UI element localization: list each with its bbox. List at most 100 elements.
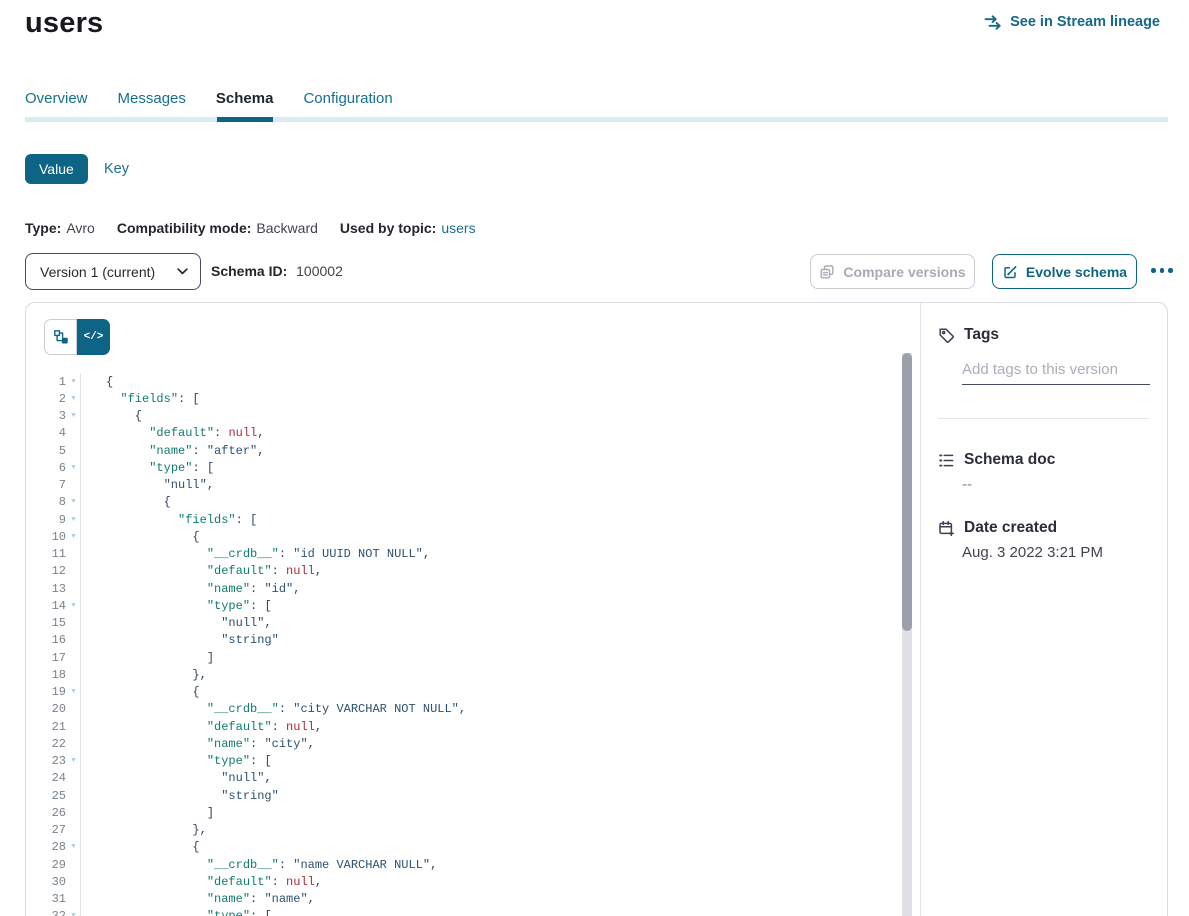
code-line: 29 "__crdb__": "name VARCHAR NULL", [27,856,895,873]
code-line: 27 }, [27,822,895,839]
code-line: 23▼ "type": [ [27,753,895,770]
code-text: "name": "city", [81,737,315,751]
compare-versions-icon [819,264,835,280]
code-line: 17 ] [27,649,895,666]
editor-scrollbar-thumb[interactable] [902,353,912,631]
code-text: { [81,840,200,854]
code-text: { [81,530,200,544]
sidebar-divider [938,418,1149,419]
code-line: 32▼ "type": [ [27,908,895,916]
editor-scrollbar-track[interactable] [902,353,912,916]
line-number: 23 [27,754,66,768]
line-number: 30 [27,875,66,889]
code-line: 4 "default": null, [27,425,895,442]
code-line: 25 "string" [27,787,895,804]
line-number: 17 [27,651,66,665]
code-text: "type": [ [81,909,272,916]
code-line: 3▼ { [27,408,895,425]
line-number: 5 [27,444,66,458]
line-number: 3 [27,409,66,423]
collapse-arrow-icon[interactable]: ▼ [66,757,81,765]
code-text: "default": null, [81,564,322,578]
tag-icon [938,327,955,344]
version-select[interactable]: Version 1 (current) [25,253,201,290]
compatibility-meta: Compatibility mode:Backward [117,220,318,236]
line-number: 2 [27,392,66,406]
line-number: 15 [27,616,66,630]
code-line: 26 ] [27,804,895,821]
code-text: "default": null, [81,720,322,734]
collapse-arrow-icon[interactable]: ▼ [66,378,81,386]
add-tags-input[interactable] [962,355,1150,385]
line-number: 4 [27,426,66,440]
code-text: "type": [ [81,599,272,613]
tab-schema[interactable]: Schema [216,90,274,107]
code-text: "fields": [ [81,392,200,406]
type-meta: Type:Avro [25,220,95,236]
tree-view-button[interactable] [44,319,77,355]
more-options-icon[interactable] [1147,264,1177,277]
code-text: "type": [ [81,461,214,475]
collapse-arrow-icon[interactable]: ▼ [66,395,81,403]
code-text: "type": [ [81,754,272,768]
code-line: 5 "name": "after", [27,442,895,459]
code-text: "name": "id", [81,582,300,596]
see-in-stream-lineage-link[interactable]: See in Stream lineage [984,14,1160,30]
line-number: 32 [27,909,66,916]
collapse-arrow-icon[interactable]: ▼ [66,464,81,472]
schema-page: users See in Stream lineage Overview Mes… [0,0,1189,916]
evolve-schema-button[interactable]: Evolve schema [992,254,1137,289]
line-number: 28 [27,840,66,854]
code-text: { [81,375,113,389]
code-text: ] [81,651,214,665]
collapse-arrow-icon[interactable]: ▼ [66,516,81,524]
code-line: 15 "null", [27,615,895,632]
collapse-arrow-icon[interactable]: ▼ [66,533,81,541]
date-created-value: Aug. 3 2022 3:21 PM [962,544,1103,561]
code-view-button[interactable]: </> [77,319,110,355]
tab-configuration[interactable]: Configuration [303,90,392,107]
collapse-arrow-icon[interactable]: ▼ [66,912,81,916]
version-select-value: Version 1 (current) [40,264,177,280]
calendar-plus-icon [938,520,955,537]
code-line: 12 "default": null, [27,563,895,580]
code-text: ] [81,806,214,820]
code-line: 31 "name": "name", [27,891,895,908]
line-number: 6 [27,461,66,475]
list-icon [938,452,955,469]
collapse-arrow-icon[interactable]: ▼ [66,498,81,506]
line-number: 18 [27,668,66,682]
collapse-arrow-icon[interactable]: ▼ [66,412,81,420]
code-text: "null", [81,771,272,785]
schema-meta-row: Type:Avro Compatibility mode:Backward Us… [25,220,476,236]
collapse-arrow-icon[interactable]: ▼ [66,602,81,610]
code-line: 16 "string" [27,632,895,649]
schema-doc-value: -- [962,476,972,493]
line-number: 16 [27,633,66,647]
tab-messages[interactable]: Messages [118,90,186,107]
line-number: 13 [27,582,66,596]
code-view-icon: </> [84,331,104,343]
line-number: 22 [27,737,66,751]
collapse-arrow-icon[interactable]: ▼ [66,843,81,851]
key-toggle-button[interactable]: Key [104,161,129,177]
line-number: 12 [27,564,66,578]
collapse-arrow-icon[interactable]: ▼ [66,688,81,696]
chevron-down-icon [177,268,188,275]
schema-doc-section-header: Schema doc [938,451,1055,469]
tab-overview[interactable]: Overview [25,90,88,107]
line-number: 29 [27,858,66,872]
compare-versions-label: Compare versions [843,264,965,280]
code-line: 14▼ "type": [ [27,597,895,614]
value-toggle-button[interactable]: Value [25,154,88,184]
date-created-section-header: Date created [938,519,1057,537]
code-line: 22 "name": "city", [27,735,895,752]
code-text: "name": "after", [81,444,264,458]
schema-id-value: 100002 [296,263,343,279]
compare-versions-button[interactable]: Compare versions [810,254,975,289]
compatibility-label: Compatibility mode: [117,220,252,236]
code-text: "name": "name", [81,892,315,906]
tags-title: Tags [964,326,999,344]
topic-link[interactable]: users [441,220,475,236]
tags-section-header: Tags [938,326,999,344]
